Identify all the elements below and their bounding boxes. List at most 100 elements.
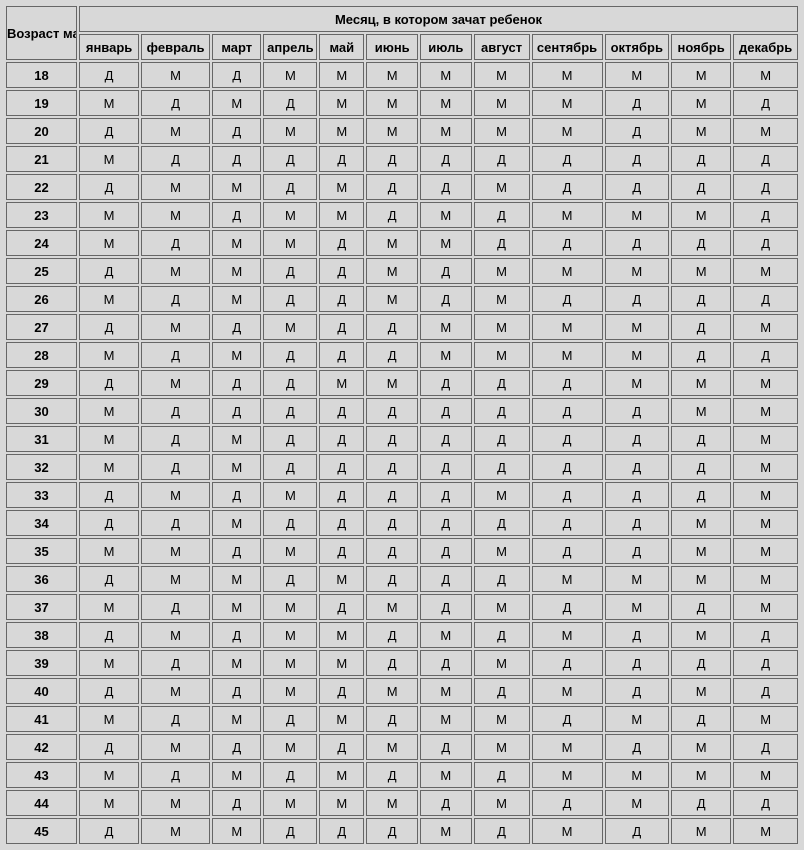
data-cell: М [79, 706, 139, 732]
data-cell: М [474, 62, 530, 88]
data-cell: Д [733, 286, 798, 312]
data-cell: М [420, 762, 472, 788]
table-row: 27ДМДМДДММММДМ [6, 314, 798, 340]
data-cell: Д [319, 678, 364, 704]
data-cell: М [79, 398, 139, 424]
data-cell: Д [474, 510, 530, 536]
data-cell: Д [141, 398, 210, 424]
data-cell: Д [212, 482, 261, 508]
row-header-age: 23 [6, 202, 77, 228]
data-cell: М [212, 230, 261, 256]
col-header-month: январь [79, 34, 139, 60]
col-header-month: июль [420, 34, 472, 60]
data-cell: Д [263, 286, 317, 312]
data-cell: Д [79, 482, 139, 508]
data-cell: Д [733, 146, 798, 172]
data-cell: М [420, 314, 472, 340]
table-row: 29ДМДДММДДДМММ [6, 370, 798, 396]
data-cell: Д [532, 230, 603, 256]
data-cell: Д [319, 314, 364, 340]
data-cell: Д [263, 510, 317, 536]
data-cell: М [212, 706, 261, 732]
data-cell: Д [605, 230, 670, 256]
data-cell: М [319, 174, 364, 200]
data-cell: Д [605, 286, 670, 312]
data-cell: Д [671, 790, 731, 816]
data-cell: Д [319, 426, 364, 452]
data-cell: М [420, 118, 472, 144]
table-row: 44ММДМММДМДМДД [6, 790, 798, 816]
row-header-age: 19 [6, 90, 77, 116]
data-cell: Д [79, 566, 139, 592]
data-cell: Д [733, 230, 798, 256]
data-cell: М [733, 314, 798, 340]
table-row: 43МДМДМДМДММММ [6, 762, 798, 788]
table-row: 36ДММДМДДДММММ [6, 566, 798, 592]
data-cell: М [212, 90, 261, 116]
row-header-age: 22 [6, 174, 77, 200]
table-row: 33ДМДМДДДМДДДМ [6, 482, 798, 508]
data-cell: Д [733, 90, 798, 116]
data-cell: Д [733, 342, 798, 368]
data-cell: М [263, 230, 317, 256]
data-cell: М [420, 622, 472, 648]
data-cell: Д [79, 678, 139, 704]
data-cell: М [366, 90, 418, 116]
data-cell: Д [366, 146, 418, 172]
table-row: 38ДМДММДМДМДМД [6, 622, 798, 648]
data-cell: М [671, 370, 731, 396]
data-cell: Д [79, 734, 139, 760]
data-cell: М [319, 62, 364, 88]
data-cell: М [79, 202, 139, 228]
data-cell: Д [420, 510, 472, 536]
data-cell: Д [319, 482, 364, 508]
data-cell: Д [319, 146, 364, 172]
data-cell: М [605, 566, 670, 592]
data-cell: Д [474, 230, 530, 256]
data-cell: Д [79, 370, 139, 396]
data-cell: М [319, 790, 364, 816]
data-cell: Д [671, 706, 731, 732]
data-cell: Д [141, 650, 210, 676]
data-cell: Д [420, 734, 472, 760]
data-cell: М [263, 650, 317, 676]
data-cell: М [263, 62, 317, 88]
data-cell: М [605, 202, 670, 228]
data-cell: М [79, 90, 139, 116]
data-cell: М [474, 594, 530, 620]
data-cell: Д [212, 146, 261, 172]
data-cell: Д [733, 678, 798, 704]
data-cell: М [671, 622, 731, 648]
data-cell: М [79, 230, 139, 256]
data-cell: М [474, 538, 530, 564]
data-cell: Д [141, 706, 210, 732]
data-cell: Д [532, 454, 603, 480]
data-cell: М [263, 678, 317, 704]
data-cell: М [671, 762, 731, 788]
data-cell: М [474, 706, 530, 732]
data-cell: М [263, 790, 317, 816]
data-cell: Д [141, 286, 210, 312]
data-cell: Д [671, 650, 731, 676]
data-cell: М [263, 622, 317, 648]
data-cell: Д [605, 650, 670, 676]
data-cell: Д [79, 258, 139, 284]
data-cell: М [141, 62, 210, 88]
table-row: 22ДММДМДДМДДДД [6, 174, 798, 200]
data-cell: Д [212, 314, 261, 340]
row-header-age: 24 [6, 230, 77, 256]
data-cell: Д [474, 202, 530, 228]
data-cell: М [420, 678, 472, 704]
data-cell: М [474, 790, 530, 816]
data-cell: М [532, 62, 603, 88]
data-cell: М [212, 650, 261, 676]
row-header-age: 41 [6, 706, 77, 732]
data-cell: М [79, 342, 139, 368]
data-cell: М [212, 454, 261, 480]
data-cell: М [366, 370, 418, 396]
data-cell: М [79, 286, 139, 312]
row-header-age: 37 [6, 594, 77, 620]
data-cell: М [733, 482, 798, 508]
data-cell: Д [474, 622, 530, 648]
row-header-age: 44 [6, 790, 77, 816]
